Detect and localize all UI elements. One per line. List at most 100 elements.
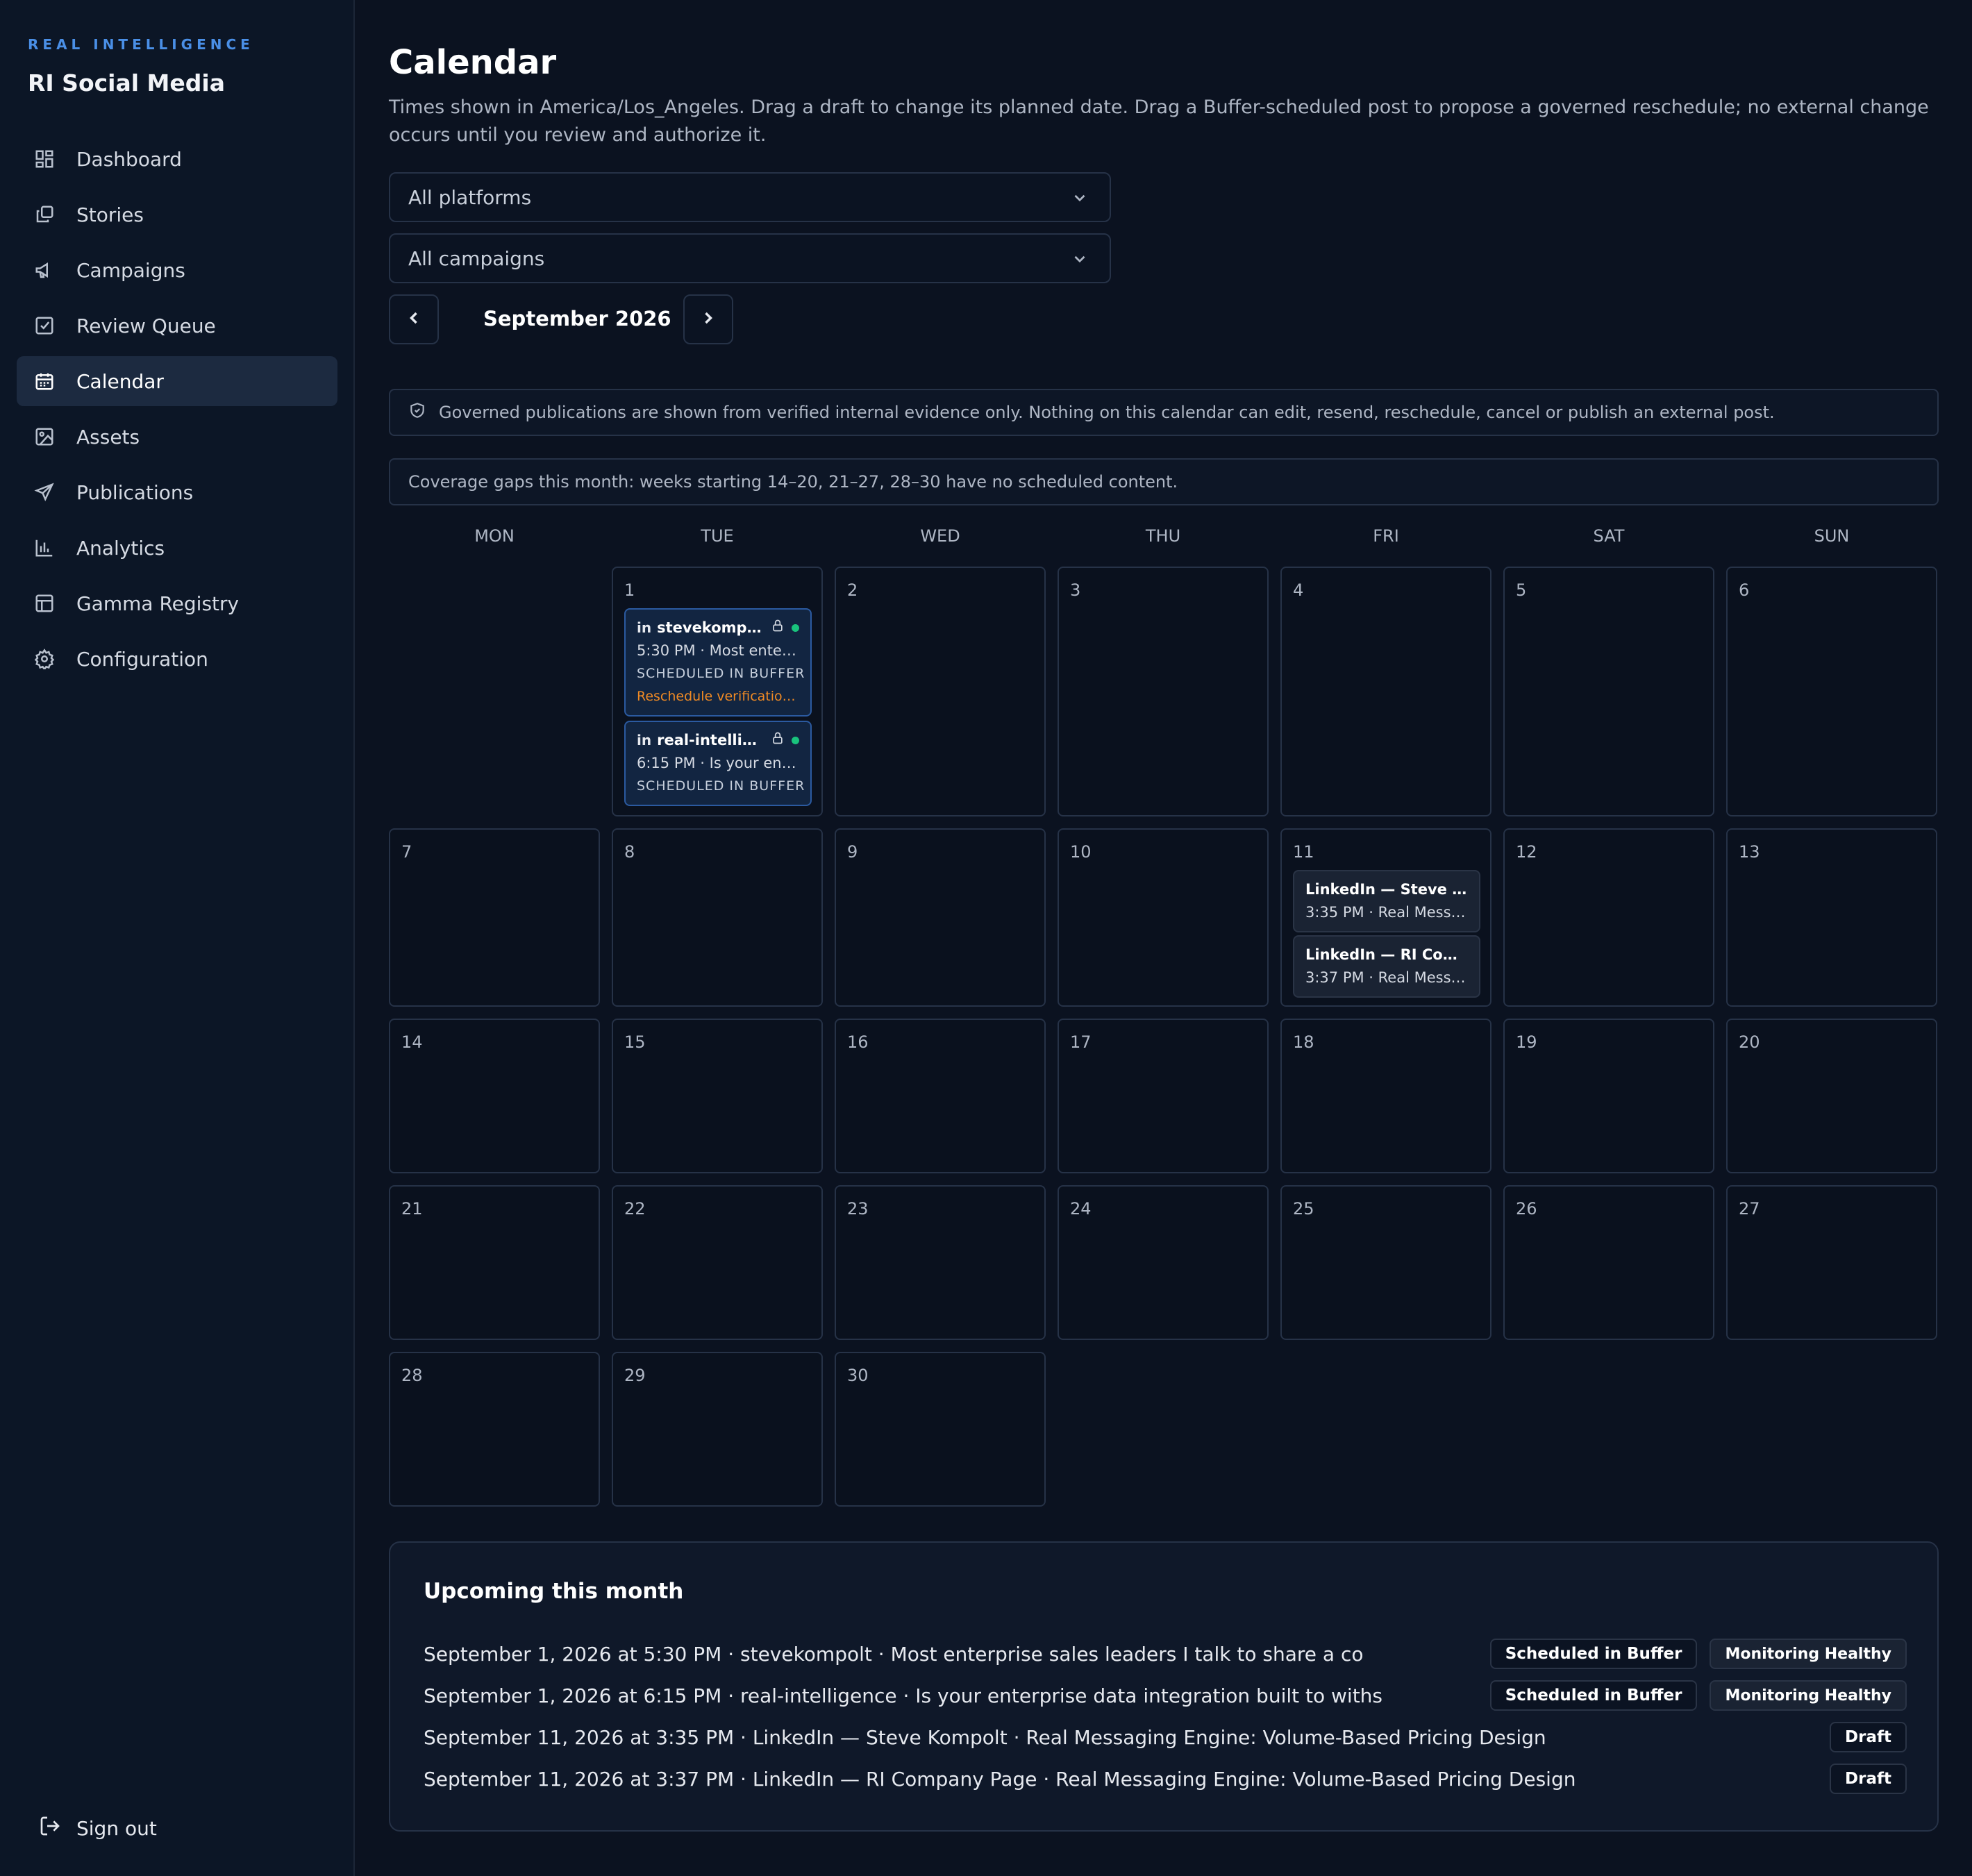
calendar-event[interactable]: LinkedIn — Steve Kompolt 3:35 PM · Real … [1293,870,1480,932]
event-account: stevekompolt [657,619,764,636]
day-cell[interactable]: 4 [1280,567,1491,816]
day-number: 25 [1293,1199,1314,1218]
day-number: 4 [1293,580,1304,600]
sidebar-item-review-queue[interactable]: Review Queue [17,301,337,351]
send-icon [33,481,56,503]
previous-month-button[interactable] [389,294,439,344]
day-number: 27 [1739,1199,1760,1218]
day-cell[interactable]: 21 [389,1185,600,1340]
sign-out-button[interactable]: Sign out [39,1815,157,1842]
day-cell[interactable]: 27 [1726,1185,1937,1340]
sidebar-item-gamma-registry[interactable]: Gamma Registry [17,578,337,628]
sidebar-item-assets[interactable]: Assets [17,412,337,462]
sidebar-item-label: Analytics [76,536,165,560]
upcoming-row[interactable]: September 11, 2026 at 3:37 PM · LinkedIn… [424,1762,1907,1797]
next-month-button[interactable] [683,294,733,344]
day-cell[interactable]: 1 in stevekompolt 5:30 PM · Most enterpr… [612,567,823,816]
weekday-label: MON [474,526,515,546]
day-cell[interactable]: 9 [835,828,1046,1007]
status-badge: Draft [1830,1722,1907,1752]
day-cell[interactable]: 29 [612,1352,823,1507]
day-cell[interactable]: 2 [835,567,1046,816]
event-warning: Reschedule verification pending [637,689,799,704]
sidebar-item-analytics[interactable]: Analytics [17,523,337,573]
sidebar-item-dashboard[interactable]: Dashboard [17,134,337,184]
dashboard-icon [33,148,56,170]
day-number: 1 [624,580,635,600]
sidebar-item-label: Gamma Registry [76,592,240,615]
event-summary: 3:37 PM · Real Messaging Engine [1305,969,1468,986]
day-cell[interactable]: 5 [1503,567,1714,816]
day-cell[interactable]: 3 [1058,567,1269,816]
day-number: 23 [847,1199,869,1218]
calendar-event[interactable]: LinkedIn — RI Company Page 3:37 PM · Rea… [1293,935,1480,998]
day-cell[interactable]: 20 [1726,1019,1937,1173]
day-number: 15 [624,1032,646,1052]
day-cell[interactable]: 15 [612,1019,823,1173]
chevron-down-icon [1071,250,1089,268]
upcoming-title: Upcoming this month [424,1579,684,1604]
upcoming-row[interactable]: September 1, 2026 at 5:30 PM · stevekomp… [424,1637,1907,1672]
day-number: 12 [1516,842,1537,862]
day-number: 7 [401,842,412,862]
platform-filter-select[interactable]: All platforms [389,172,1111,222]
upcoming-panel: Upcoming this month September 1, 2026 at… [389,1541,1939,1832]
upcoming-row[interactable]: September 11, 2026 at 3:35 PM · LinkedIn… [424,1720,1907,1755]
day-cell[interactable]: 6 [1726,567,1937,816]
status-badge: Draft [1830,1764,1907,1794]
page-description: Times shown in America/Los_Angeles. Drag… [389,97,1929,146]
upcoming-row-text: September 11, 2026 at 3:37 PM · LinkedIn… [424,1768,1576,1791]
platform-filter-value: All platforms [408,185,532,209]
campaign-filter-select[interactable]: All campaigns [389,233,1111,283]
sidebar-item-label: Calendar [76,369,164,393]
event-status: SCHEDULED IN BUFFER [637,778,805,794]
day-cell[interactable]: 17 [1058,1019,1269,1173]
chevron-down-icon [1071,189,1089,207]
day-cell[interactable]: 19 [1503,1019,1714,1173]
sidebar-item-calendar[interactable]: Calendar [17,356,337,406]
sign-out-label: Sign out [76,1817,157,1840]
day-number: 29 [624,1366,646,1385]
day-number: 20 [1739,1032,1760,1052]
event-summary: 6:15 PM · Is your enterprise data [637,755,799,771]
day-cell[interactable]: 28 [389,1352,600,1507]
day-cell[interactable]: 23 [835,1185,1046,1340]
day-cell[interactable]: 8 [612,828,823,1007]
day-cell[interactable]: 30 [835,1352,1046,1507]
day-cell[interactable]: 13 [1726,828,1937,1007]
day-cell[interactable]: 18 [1280,1019,1491,1173]
upcoming-row[interactable]: September 1, 2026 at 6:15 PM · real-inte… [424,1679,1907,1714]
sign-out-icon [39,1815,76,1842]
campaign-filter-value: All campaigns [408,246,545,270]
status-badge: Scheduled in Buffer [1489,1639,1698,1669]
day-cell[interactable]: 22 [612,1185,823,1340]
day-cell[interactable]: 14 [389,1019,600,1173]
calendar-event[interactable]: in stevekompolt 5:30 PM · Most enterpris… [624,608,812,717]
sidebar-item-configuration[interactable]: Configuration [17,634,337,684]
sidebar-item-publications[interactable]: Publications [17,467,337,517]
day-cell[interactable]: 7 [389,828,600,1007]
monitoring-badge: Monitoring Healthy [1710,1639,1907,1669]
day-cell[interactable]: 11 LinkedIn — Steve Kompolt 3:35 PM · Re… [1280,828,1491,1007]
sidebar-item-label: Campaigns [76,258,185,282]
day-number: 3 [1070,580,1081,600]
weekday-label: TUE [701,526,734,546]
day-cell[interactable]: 12 [1503,828,1714,1007]
sidebar-item-stories[interactable]: Stories [17,190,337,240]
checkbox-icon [33,315,56,337]
day-cell[interactable]: 26 [1503,1185,1714,1340]
chevron-left-icon [404,308,424,330]
day-number: 16 [847,1032,869,1052]
sidebar: REAL INTELLIGENCE RI Social Media Dashbo… [0,0,355,1876]
sidebar-item-campaigns[interactable]: Campaigns [17,245,337,295]
sidebar-item-label: Stories [76,203,144,226]
day-cell[interactable]: 25 [1280,1185,1491,1340]
day-cell[interactable]: 24 [1058,1185,1269,1340]
day-cell[interactable]: 16 [835,1019,1046,1173]
calendar-event[interactable]: in real-intelligence 6:15 PM · Is your e… [624,721,812,806]
table-icon [33,592,56,614]
upcoming-row-text: September 1, 2026 at 6:15 PM · real-inte… [424,1684,1383,1707]
day-number: 24 [1070,1199,1092,1218]
linkedin-icon: in [637,619,652,636]
day-cell[interactable]: 10 [1058,828,1269,1007]
